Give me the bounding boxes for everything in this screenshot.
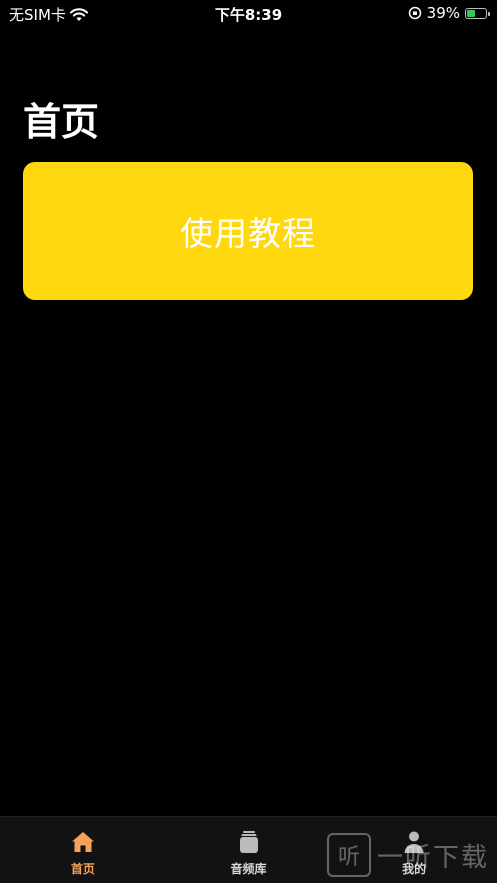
page-title: 首页 (23, 100, 100, 144)
person-icon (404, 831, 424, 853)
home-icon (71, 832, 94, 852)
status-bar: 无SIM卡 下午8:39 39% (0, 0, 497, 28)
tab-audio-library-label: 音频库 (230, 862, 267, 876)
battery-percent: 39% (426, 4, 460, 22)
tutorial-button[interactable]: 使用教程 (23, 162, 473, 300)
audio-library-icon (239, 831, 258, 853)
battery-icon (465, 7, 490, 19)
tab-home-label: 首页 (70, 862, 95, 876)
tab-home[interactable]: 首页 (0, 817, 166, 883)
tab-bar: 首页 音频库 我的 (0, 816, 497, 883)
tab-audio-library[interactable]: 音频库 (166, 817, 332, 883)
battery-fill (467, 9, 475, 17)
rotation-lock-icon (408, 6, 421, 20)
tab-mine[interactable]: 我的 (331, 817, 497, 883)
status-right: 39% (408, 4, 490, 22)
tab-mine-label: 我的 (402, 862, 427, 876)
